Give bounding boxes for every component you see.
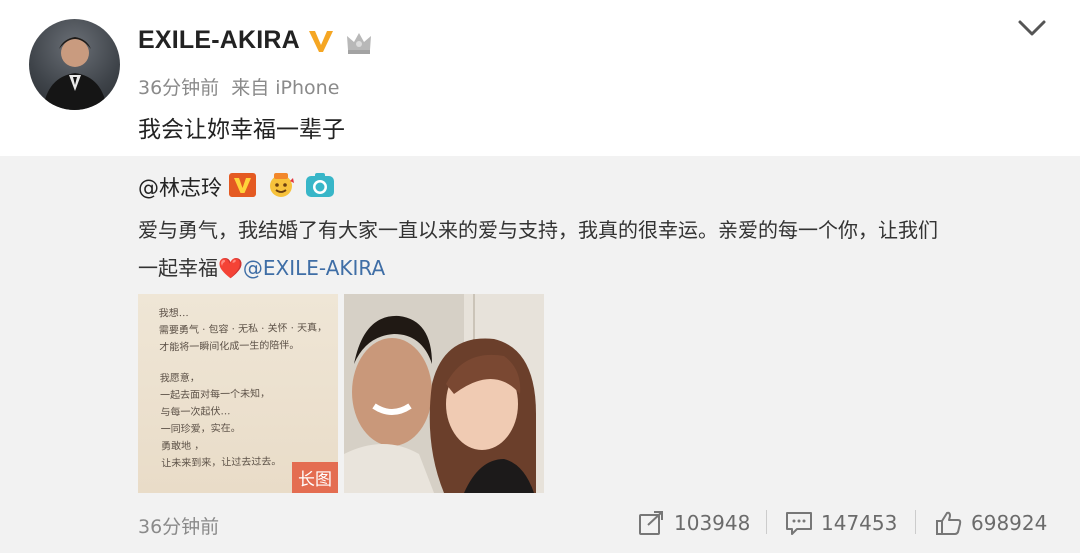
comment-icon <box>786 512 812 535</box>
repost-image-photo[interactable] <box>344 294 544 493</box>
comment-button[interactable]: 147453 <box>785 508 897 538</box>
like-count: 698924 <box>971 511 1048 535</box>
repost-card[interactable]: @林志玲 爱与勇气，我结婚了有大家一直以来的爱与支持，我真的很幸运。亲爱的每一个… <box>0 156 1080 553</box>
username[interactable]: EXILE-AKIRA <box>138 26 300 55</box>
repost-button[interactable]: 103948 <box>638 508 750 538</box>
verified-v-icon <box>309 31 333 52</box>
heart-emoji: ❤️ <box>218 256 243 280</box>
comment-count: 147453 <box>821 511 898 535</box>
divider <box>766 510 767 534</box>
post-header: EXILE-AKIRA 36分钟前 来自 iPhone 我会让妳幸福一辈子 <box>0 0 1080 156</box>
crown-icon[interactable] <box>344 28 374 56</box>
vip-v-icon <box>229 173 256 197</box>
repost-image-letter[interactable]: 我想… 需要勇气 · 包容 · 无私 · 关怀 · 天真， 才能将一瞬间化成一生… <box>138 294 338 493</box>
share-icon <box>639 511 663 535</box>
repost-text-line2: 一起幸福❤️@EXILE-AKIRA <box>138 249 1038 287</box>
repost-text-line1: 爱与勇气，我结婚了有大家一直以来的爱与支持，我真的很幸运。亲爱的每一个你，让我们 <box>138 218 938 242</box>
post-text: 我会让妳幸福一辈子 <box>138 117 345 143</box>
long-image-tag: 长图 <box>292 462 338 493</box>
repost-text-line2-prefix: 一起幸福 <box>138 256 218 280</box>
post-time: 36分钟前 <box>138 77 220 99</box>
repost-text: 爱与勇气，我结婚了有大家一直以来的爱与支持，我真的很幸运。亲爱的每一个你，让我们… <box>138 211 1038 287</box>
post-source: 来自 iPhone <box>231 77 340 99</box>
avatar[interactable] <box>29 19 120 110</box>
mention-link[interactable]: @EXILE-AKIRA <box>243 256 385 280</box>
letter-line: 需要勇气 · 包容 · 无私 · 关怀 · 天真， <box>158 322 328 337</box>
letter-text: 我想… 需要勇气 · 包容 · 无私 · 关怀 · 天真， 才能将一瞬间化成一生… <box>159 303 332 473</box>
emoji-icon <box>270 173 295 197</box>
chevron-down-icon[interactable] <box>1016 16 1048 40</box>
like-button[interactable]: 698924 <box>935 508 1047 538</box>
like-icon <box>936 511 962 535</box>
camera-icon <box>306 173 335 197</box>
repost-badges <box>229 172 335 198</box>
repost-time: 36分钟前 <box>138 516 220 538</box>
repost-user[interactable]: @林志玲 <box>138 172 222 202</box>
divider <box>915 510 916 534</box>
post-meta: 36分钟前 来自 iPhone <box>138 73 345 100</box>
repost-count: 103948 <box>674 511 751 535</box>
